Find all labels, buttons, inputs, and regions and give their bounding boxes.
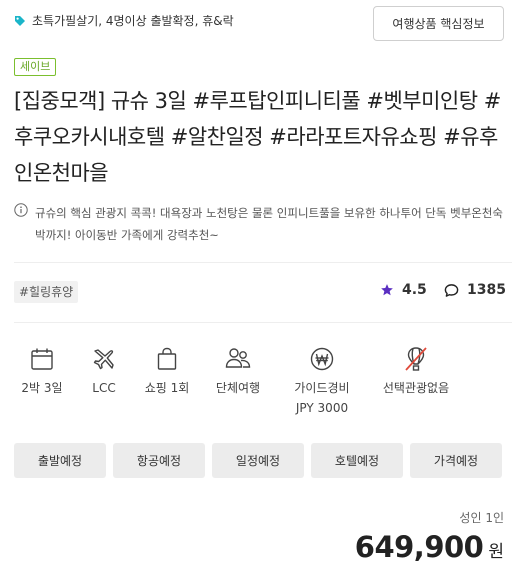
feature-shopping: 쇼핑 1회	[127, 344, 207, 398]
feature-group: 단체여행	[198, 344, 278, 398]
feature-optional-tour: 선택관광없음	[376, 344, 456, 398]
divider	[14, 322, 512, 323]
feature-label: 가이드경비 JPY 3000	[294, 381, 350, 415]
price: 649,900 원	[355, 530, 504, 564]
won-coin-icon	[310, 347, 334, 371]
shopping-bag-icon	[157, 347, 177, 370]
tab-hotel[interactable]: 호텔예정	[311, 443, 403, 478]
feature-label: 선택관광없음	[382, 381, 450, 395]
section-tabs: 출발예정 항공예정 일정예정 호텔예정 가격예정	[14, 443, 502, 478]
review-count[interactable]: 1385	[444, 282, 506, 298]
rating[interactable]: 4.5	[380, 282, 427, 298]
comment-icon	[444, 283, 459, 297]
divider	[14, 262, 512, 263]
info-icon	[14, 203, 28, 217]
feature-label: 쇼핑 1회	[144, 381, 190, 395]
top-bar: 초특가필살기, 4명이상 출발확정, 휴&락 여행상품 핵심정보	[14, 6, 504, 42]
price-amount: 649,900	[354, 530, 484, 564]
save-badge: 세이브	[14, 58, 57, 76]
group-icon	[225, 348, 251, 368]
product-title: [집중모객] 규슈 3일 #루프탑인피니티풀 #벳부미인탕 #후쿠오카시내호텔 …	[14, 89, 501, 185]
feature-guide-fee: 가이드경비 JPY 3000	[282, 344, 362, 418]
calendar-icon	[31, 348, 53, 370]
tab-itinerary[interactable]: 일정예정	[212, 443, 304, 478]
star-icon	[381, 284, 393, 296]
price-unit: 원	[488, 542, 504, 562]
tab-price[interactable]: 가격예정	[410, 443, 502, 478]
hashtag-chip[interactable]: #힐링휴양	[14, 281, 79, 303]
airplane-icon	[93, 349, 114, 370]
product-description: 규슈의 핵심 관광지 콕콕! 대욕장과 노천탕은 물론 인피니트풀을 보유한 하…	[14, 202, 504, 246]
feature-list: 2박 3일 LCC 쇼핑 1회 단체여행 가이드경비 JPY 3000 선택관광…	[14, 344, 514, 424]
tab-departure[interactable]: 출발예정	[14, 443, 106, 478]
review-count-value: 1385	[467, 282, 506, 298]
feature-label: 단체여행	[215, 381, 261, 395]
tab-flight[interactable]: 항공예정	[113, 443, 205, 478]
tags-text: 초특가필살기, 4명이상 출발확정, 휴&락	[32, 14, 234, 28]
price-pax-label: 성인 1인	[459, 511, 504, 525]
rating-value: 4.5	[402, 282, 427, 298]
balloon-crossed-icon	[405, 347, 427, 371]
tag-icon	[15, 15, 25, 26]
key-info-button[interactable]: 여행상품 핵심정보	[373, 6, 504, 41]
product-tags: 초특가필살기, 4명이상 출발확정, 휴&락	[14, 12, 234, 29]
description-text: 규슈의 핵심 관광지 콕콕! 대욕장과 노천탕은 물론 인피니트풀을 보유한 하…	[35, 206, 504, 242]
